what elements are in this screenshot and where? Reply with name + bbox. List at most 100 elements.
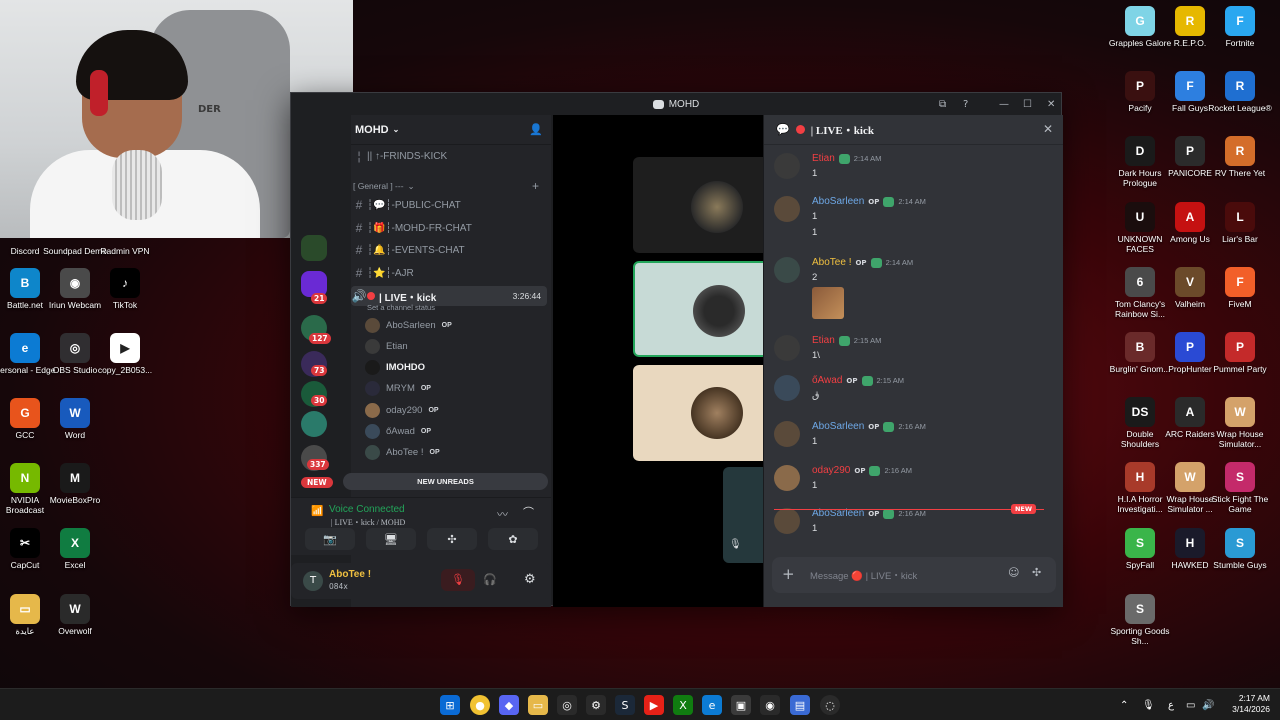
desktop-shortcut[interactable]: S Sporting Goods Sh... bbox=[1108, 594, 1172, 646]
voice-user[interactable]: IMOHDO bbox=[365, 358, 547, 378]
desktop-shortcut[interactable]: F FiveM bbox=[1208, 267, 1272, 309]
language-indicator[interactable]: ع bbox=[1168, 689, 1174, 720]
channel-item[interactable]: # ┆🎁┆-MOHD-FR-CHAT bbox=[351, 218, 547, 238]
emoji-icon[interactable]: ☺ bbox=[1008, 566, 1019, 579]
username[interactable]: AboTee ! bbox=[329, 569, 371, 580]
gear-icon[interactable]: ⚙ bbox=[524, 572, 536, 587]
voice-location[interactable]: | LIVE・kick / MOHD bbox=[331, 517, 405, 528]
soundboard-button[interactable]: ✿ bbox=[488, 528, 538, 550]
desktop-shortcut[interactable]: X Excel bbox=[43, 528, 107, 570]
desktop-shortcut[interactable]: S Stick Fight The Game bbox=[1208, 462, 1272, 514]
voice-user[interactable]: oday290 OP bbox=[365, 400, 547, 420]
desktop-shortcut[interactable]: ▶ copy_2B053... bbox=[93, 333, 157, 375]
desktop-shortcut[interactable]: ♪ TikTok bbox=[93, 268, 157, 310]
chat-message[interactable]: őAwad OP 2:15 AM ق bbox=[774, 375, 1054, 407]
chat-message[interactable]: AboSarleen OP 2:14 AM 1 1 bbox=[774, 196, 1054, 242]
avatar[interactable] bbox=[774, 465, 800, 491]
desktop-shortcut[interactable]: W Word bbox=[43, 398, 107, 440]
close-button[interactable]: ✕ bbox=[1047, 93, 1055, 115]
author-name[interactable]: őAwad bbox=[812, 375, 842, 386]
chat-message[interactable]: Etian 2:15 AM 1\ bbox=[774, 335, 1054, 367]
show-hidden-icons[interactable]: ⌃ bbox=[1120, 689, 1128, 720]
app-icon[interactable]: ◎ bbox=[557, 695, 577, 715]
author-name[interactable]: AboTee ! bbox=[812, 257, 851, 268]
notepad-icon[interactable]: ▤ bbox=[790, 695, 810, 715]
channel-status[interactable]: Set a channel status bbox=[367, 303, 435, 312]
volume-icon[interactable]: 🔊 bbox=[1202, 689, 1214, 720]
chrome-icon[interactable]: ● bbox=[470, 695, 490, 715]
voice-user[interactable]: AboTee ! OP bbox=[365, 443, 547, 463]
camera-app-icon[interactable]: ▣ bbox=[731, 695, 751, 715]
voice-user[interactable]: AboSarleen OP bbox=[365, 315, 547, 335]
desktop-shortcut[interactable]: R Rocket League® bbox=[1208, 71, 1272, 113]
network-icon[interactable]: ▭ bbox=[1186, 689, 1195, 720]
add-channel-icon[interactable]: + bbox=[532, 179, 539, 193]
image-attachment[interactable] bbox=[812, 287, 844, 319]
author-name[interactable]: AboSarleen bbox=[812, 421, 864, 432]
file-explorer-icon[interactable]: ▭ bbox=[528, 695, 548, 715]
avatar[interactable] bbox=[774, 508, 800, 534]
screen-share-button[interactable]: 🖥 bbox=[366, 528, 416, 550]
avatar[interactable] bbox=[774, 153, 800, 179]
channel-item[interactable]: # ┆⭐┆-AJR bbox=[351, 263, 547, 283]
guild-icon[interactable] bbox=[301, 411, 327, 437]
maximize-button[interactable]: ☐ bbox=[1023, 93, 1032, 115]
help-icon[interactable]: ? bbox=[963, 93, 968, 115]
video-tile[interactable] bbox=[633, 365, 763, 461]
avatar[interactable] bbox=[774, 196, 800, 222]
video-tile[interactable] bbox=[633, 157, 763, 253]
close-icon[interactable]: ✕ bbox=[1043, 122, 1053, 137]
mic-icon[interactable]: 🎙 bbox=[1142, 689, 1155, 720]
avatar[interactable] bbox=[774, 335, 800, 361]
category-general[interactable]: [ General ] --- ⌄ + bbox=[351, 176, 547, 196]
new-pill[interactable]: NEW bbox=[301, 477, 333, 488]
minimize-button[interactable]: — bbox=[999, 93, 1009, 115]
chat-message[interactable]: Etian 2:14 AM 1 bbox=[774, 153, 1054, 185]
headset-icon[interactable]: 🎧 bbox=[483, 573, 497, 586]
camera-off-button[interactable]: 📷 bbox=[305, 528, 355, 550]
xbox-icon[interactable]: X bbox=[673, 695, 693, 715]
mute-button[interactable]: 🎙 bbox=[441, 569, 475, 591]
author-name[interactable]: oday290 bbox=[812, 465, 850, 476]
edge-icon[interactable]: e bbox=[702, 695, 722, 715]
desktop-shortcut[interactable]: W Overwolf bbox=[43, 594, 107, 636]
desktop-shortcut[interactable]: R RV There Yet bbox=[1208, 136, 1272, 178]
server-header[interactable]: MOHD ⌄ 👤 bbox=[351, 115, 551, 145]
desktop-shortcut[interactable]: RRadmin VPN bbox=[93, 214, 157, 256]
add-friend-icon[interactable]: 👤 bbox=[529, 123, 543, 136]
author-name[interactable]: AboSarleen bbox=[812, 196, 864, 207]
voice-user[interactable]: Etian bbox=[365, 336, 547, 356]
avatar[interactable] bbox=[774, 375, 800, 401]
desktop-shortcut[interactable]: P Pummel Party bbox=[1208, 332, 1272, 374]
start-button[interactable]: ⊞ bbox=[440, 695, 460, 715]
chat-message[interactable]: oday290 OP 2:16 AM 1 bbox=[774, 465, 1054, 497]
voice-user[interactable]: őAwad OP bbox=[365, 422, 547, 442]
channel-item[interactable]: # ┆🔔┆-EVENTS-CHAT bbox=[351, 240, 547, 260]
settings-app-icon[interactable]: ⚙ bbox=[586, 695, 606, 715]
desktop-shortcut[interactable]: L Liar's Bar bbox=[1208, 202, 1272, 244]
desktop-shortcut[interactable]: M MovieBoxPro bbox=[43, 463, 107, 505]
chat-message[interactable]: AboTee ! OP 2:14 AM 2 bbox=[774, 257, 1054, 319]
message-input[interactable]: Message 🔴 | LIVE・kick bbox=[810, 568, 917, 582]
video-tile[interactable]: 🎙 bbox=[723, 467, 763, 563]
youtube-icon[interactable]: ▶ bbox=[644, 695, 664, 715]
channel-item[interactable]: # ┆💬┆-PUBLIC-CHAT bbox=[351, 195, 547, 215]
disconnect-icon[interactable]: ⌒ bbox=[523, 504, 534, 520]
activities-button[interactable]: ✣ bbox=[427, 528, 477, 550]
desktop-shortcut[interactable]: W Wrap House Simulator... bbox=[1208, 397, 1272, 449]
voice-user[interactable]: MRYM OP bbox=[365, 379, 547, 399]
chat-message[interactable]: AboSarleen OP 2:16 AM 1 bbox=[774, 421, 1054, 453]
channel-item[interactable]: ¦ || ↑-FRINDS-KICK bbox=[351, 146, 547, 166]
author-name[interactable]: Etian bbox=[812, 153, 835, 164]
steam-icon[interactable]: S bbox=[615, 695, 635, 715]
avatar[interactable] bbox=[774, 257, 800, 283]
clock[interactable]: 2:17 AM 3/14/2026 bbox=[1226, 693, 1270, 715]
guild-icon[interactable] bbox=[301, 235, 327, 261]
desktop-shortcut[interactable]: F Fortnite bbox=[1208, 6, 1272, 48]
avatar[interactable] bbox=[774, 421, 800, 447]
add-attachment-icon[interactable]: + bbox=[782, 565, 795, 583]
overwolf-icon[interactable]: ◌ bbox=[820, 695, 840, 715]
author-name[interactable]: Etian bbox=[812, 335, 835, 346]
video-tile-speaking[interactable] bbox=[633, 261, 763, 357]
new-unreads-button[interactable]: NEW UNREADS bbox=[343, 473, 548, 490]
